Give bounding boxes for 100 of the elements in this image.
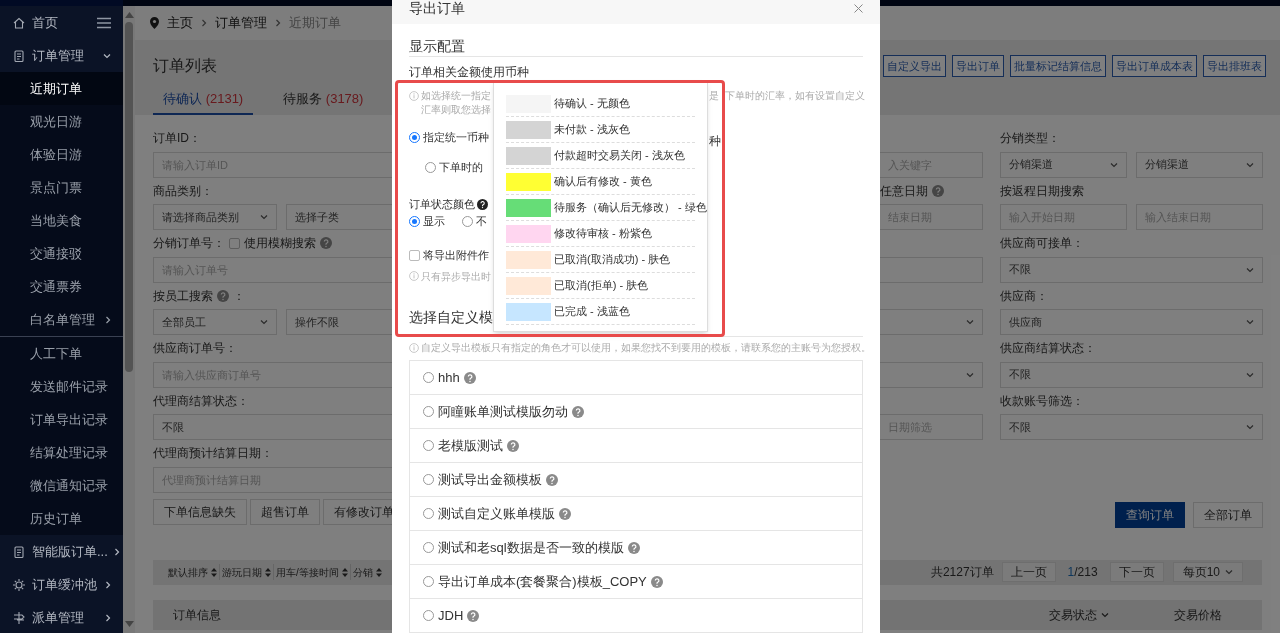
action-button[interactable]: 导出订单 bbox=[952, 55, 1004, 77]
sidebar-item[interactable]: 交通票券 bbox=[0, 270, 123, 303]
sidebar-item[interactable]: 观光日游 bbox=[0, 105, 123, 138]
sidebar-item[interactable]: 发送邮件记录 bbox=[0, 370, 123, 403]
select-field[interactable]: 不限 bbox=[1000, 414, 1263, 440]
radio-button[interactable] bbox=[423, 372, 434, 383]
home-icon bbox=[12, 15, 26, 30]
radio-button[interactable] bbox=[423, 440, 434, 451]
menu-icon[interactable] bbox=[97, 16, 111, 29]
sort-option[interactable]: 默认排序 bbox=[166, 564, 219, 580]
radio-button[interactable] bbox=[425, 161, 436, 173]
template-name[interactable]: hhh bbox=[438, 367, 460, 388]
chevron-right-icon bbox=[105, 613, 111, 622]
radio-button[interactable] bbox=[423, 576, 434, 587]
chevron-down-icon bbox=[103, 52, 111, 59]
sidebar-item[interactable]: 景点门票 bbox=[0, 171, 123, 204]
sidebar-item[interactable]: 当地美食 bbox=[0, 204, 123, 237]
select-field[interactable] bbox=[880, 361, 983, 388]
breadcrumb-link[interactable]: 订单管理 bbox=[215, 13, 267, 33]
sidebar-item[interactable]: 白名单管理 bbox=[0, 303, 123, 336]
page-size-select[interactable]: 每页10 bbox=[1172, 562, 1243, 582]
sidebar-item[interactable]: 人工下单 bbox=[0, 337, 123, 370]
sidebar-item[interactable]: 订单导出记录 bbox=[0, 403, 123, 436]
option-label[interactable]: 显示 bbox=[423, 213, 445, 230]
query-button[interactable]: 查询订单 bbox=[1115, 501, 1185, 528]
prev-page-button[interactable]: 上一页 bbox=[1001, 562, 1056, 582]
sort-option[interactable]: 游玩日期 bbox=[219, 564, 273, 580]
checkbox[interactable] bbox=[229, 237, 240, 249]
radio-button[interactable] bbox=[423, 542, 434, 553]
field-label: 商品类别： bbox=[153, 182, 213, 200]
action-button[interactable]: 批量标记结算信息 bbox=[1010, 55, 1106, 77]
filter-button[interactable]: 下单信息缺失 bbox=[153, 498, 247, 525]
chevron-down-icon bbox=[966, 371, 974, 378]
breadcrumb-link[interactable]: 主页 bbox=[167, 13, 193, 33]
template-name[interactable]: 老模版测试 bbox=[438, 435, 503, 456]
sort-option[interactable]: 分销 bbox=[349, 564, 384, 580]
chevron-right-icon bbox=[105, 315, 111, 324]
chevron-down-icon bbox=[966, 319, 974, 325]
radio-button[interactable] bbox=[423, 508, 434, 519]
template-name[interactable]: 阿瞳账单测试模版勿动 bbox=[438, 401, 568, 422]
radio-button[interactable] bbox=[423, 610, 434, 621]
action-button[interactable]: 自定义导出 bbox=[883, 55, 946, 77]
sidebar-item[interactable]: 微信通知记录 bbox=[0, 469, 123, 502]
select-field[interactable]: 供应商 bbox=[1000, 309, 1263, 335]
legend-label: 已取消(拒单) - 肤色 bbox=[554, 278, 649, 294]
checkbox-label[interactable]: 使用模糊搜索 bbox=[244, 234, 316, 253]
sidebar-item[interactable]: 结算处理记录 bbox=[0, 436, 123, 469]
select-field[interactable]: 不限 bbox=[1000, 256, 1263, 283]
select-field[interactable]: 不限 bbox=[153, 414, 392, 440]
template-name[interactable]: 测试和老sql数据是否一致的模版 bbox=[438, 537, 624, 558]
query-button[interactable]: 全部订单 bbox=[1193, 501, 1263, 528]
radio-button[interactable] bbox=[462, 216, 473, 227]
select-field[interactable]: 分销渠道 bbox=[1000, 151, 1127, 178]
select-field[interactable]: 分销渠道 bbox=[1136, 151, 1263, 178]
sidebar-item[interactable]: 体验日游 bbox=[0, 138, 123, 171]
template-name[interactable]: 导出订单成本(套餐聚合)模板_COPY bbox=[438, 571, 647, 592]
input-field[interactable] bbox=[880, 256, 983, 283]
tab[interactable]: 待服务 (3178) bbox=[273, 84, 374, 115]
option-label[interactable]: 指定统一币种 bbox=[423, 128, 489, 146]
radio-button[interactable] bbox=[423, 406, 434, 417]
select-field[interactable] bbox=[880, 309, 983, 335]
sidebar-item[interactable]: 历史订单 bbox=[0, 502, 123, 535]
sort-icon bbox=[341, 567, 348, 577]
scrollbar-thumb[interactable] bbox=[125, 22, 133, 372]
location-pin-icon bbox=[150, 17, 159, 29]
select-field[interactable]: 选择子类 bbox=[286, 204, 392, 230]
scroll-up-icon[interactable] bbox=[124, 12, 134, 18]
select-field[interactable]: 不限 bbox=[1000, 361, 1263, 388]
field-label: 按员工搜索 bbox=[153, 287, 213, 305]
tab[interactable]: 待确认 (2131) bbox=[153, 84, 254, 115]
radio-button[interactable] bbox=[409, 216, 420, 227]
help-icon bbox=[650, 575, 663, 588]
radio-button[interactable] bbox=[409, 131, 420, 143]
template-name[interactable]: 测试导出金额模板 bbox=[438, 469, 542, 490]
select-field[interactable]: 请选择商品类别 bbox=[153, 204, 277, 230]
radio-button[interactable] bbox=[423, 474, 434, 485]
help-icon bbox=[463, 371, 476, 384]
sidebar-item[interactable]: 交通接驳 bbox=[0, 237, 123, 270]
help-icon bbox=[477, 199, 488, 210]
select-field[interactable]: 操作不限 bbox=[286, 309, 392, 335]
template-name[interactable]: JDH bbox=[438, 605, 464, 626]
select-field[interactable]: 全部员工 bbox=[153, 309, 277, 335]
close-icon[interactable] bbox=[854, 4, 863, 13]
option-label[interactable]: 不 bbox=[476, 213, 487, 230]
hint-text: 下单时的汇率，如有设置自定义 bbox=[725, 88, 865, 103]
next-page-button[interactable]: 下一页 bbox=[1109, 562, 1164, 582]
chevron-down-icon bbox=[1246, 424, 1254, 430]
action-button[interactable]: 导出排班表 bbox=[1203, 55, 1266, 77]
option-label[interactable]: 下单时的 bbox=[439, 158, 483, 176]
sort-option[interactable]: 用车/等接时间 bbox=[273, 564, 350, 580]
filter-button[interactable]: 超售订单 bbox=[250, 498, 320, 525]
chevron-right-icon bbox=[201, 19, 207, 27]
checkbox-label[interactable]: 将导出附件作 bbox=[423, 247, 489, 264]
sidebar-item[interactable]: 近期订单 bbox=[0, 72, 123, 105]
action-button[interactable]: 导出订单成本表 bbox=[1112, 55, 1197, 77]
template-name[interactable]: 测试自定义账单模版 bbox=[438, 503, 555, 524]
scrollbar[interactable] bbox=[123, 6, 135, 633]
column-header[interactable]: 交易状态 bbox=[1049, 605, 1109, 624]
checkbox[interactable] bbox=[409, 250, 420, 261]
scroll-down-icon[interactable] bbox=[124, 621, 134, 627]
